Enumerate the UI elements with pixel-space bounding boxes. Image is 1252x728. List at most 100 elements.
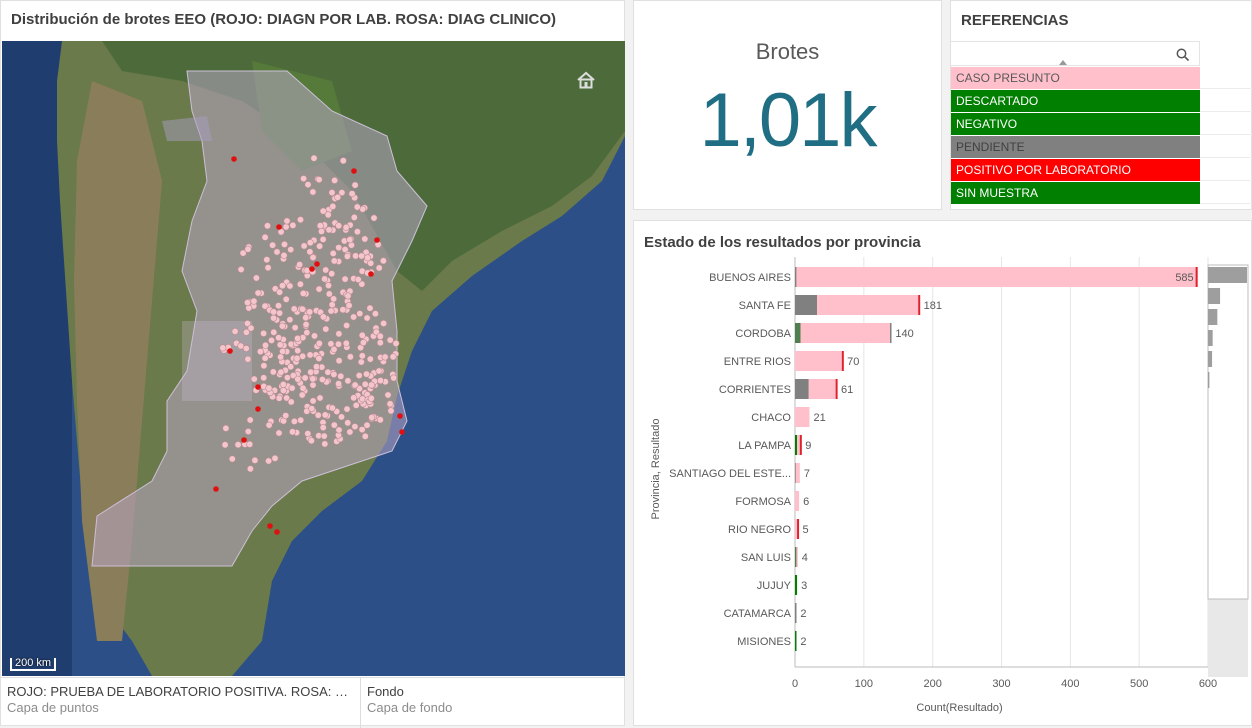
case-point-pink [246, 440, 254, 448]
case-point-pink [330, 257, 338, 265]
bar-value-label: 9 [805, 440, 811, 452]
bar-value-label: 585 [1175, 272, 1193, 284]
case-point-pink [352, 401, 360, 409]
case-point-pink [294, 334, 302, 342]
case-point-pink [237, 266, 245, 274]
case-point-pink [246, 416, 254, 424]
reference-item-spacer [1200, 182, 1252, 204]
case-point-pink [353, 203, 361, 211]
category-label: MISIONES [737, 636, 791, 648]
case-point-red [309, 266, 315, 272]
case-point-pink [296, 216, 304, 224]
case-point-pink [335, 426, 343, 434]
case-point-pink [337, 372, 345, 380]
case-point-pink [302, 320, 310, 328]
case-point-pink [321, 440, 329, 448]
case-point-pink [339, 306, 347, 314]
case-point-pink [386, 400, 394, 408]
bar-segment [796, 267, 1196, 287]
case-point-pink [277, 353, 285, 361]
case-point-pink [353, 228, 361, 236]
map-layer-legend: ROJO: PRUEBA DE LABORATORIO POSITIVA. RO… [1, 677, 624, 728]
search-icon[interactable] [1176, 48, 1190, 62]
case-point-pink [335, 357, 343, 365]
case-point-pink [389, 353, 397, 361]
case-point-pink [366, 355, 374, 363]
case-point-pink [250, 297, 258, 305]
reference-item[interactable]: DESCARTADO [951, 90, 1200, 112]
map-panel: Distribución de brotes EEO (ROJO: DIAGN … [0, 0, 625, 728]
case-point-pink [327, 307, 335, 315]
case-point-pink [343, 252, 351, 260]
sort-caret-icon[interactable] [1059, 60, 1067, 65]
case-point-pink [357, 358, 365, 366]
mini-bar [1208, 267, 1247, 283]
case-point-pink [280, 251, 288, 259]
reference-item[interactable]: PENDIENTE [951, 136, 1200, 158]
case-point-pink [361, 380, 369, 388]
case-point-pink [261, 233, 269, 241]
case-point-pink [324, 211, 332, 219]
case-point-pink [260, 329, 268, 337]
bar-chart-panel: Estado de los resultados por provincia 0… [633, 220, 1252, 726]
case-point-pink [244, 299, 252, 307]
category-label: RIO NEGRO [728, 524, 791, 536]
bar-segment [795, 295, 818, 315]
case-point-pink [260, 362, 268, 370]
case-point-pink [251, 456, 259, 464]
case-point-pink [302, 314, 310, 322]
reference-item[interactable]: CASO PRESUNTO [951, 67, 1200, 89]
case-point-pink [351, 423, 359, 431]
bar-value-label: 61 [841, 384, 853, 396]
category-label: BUENOS AIRES [709, 272, 791, 284]
case-point-pink [354, 276, 362, 284]
case-point-pink [303, 267, 311, 275]
case-point-pink [359, 339, 367, 347]
case-point-pink [288, 428, 296, 436]
case-point-pink [267, 336, 275, 344]
layer-points-item[interactable]: ROJO: PRUEBA DE LABORATORIO POSITIVA. RO… [1, 678, 361, 728]
case-point-pink [287, 363, 295, 371]
home-icon[interactable] [574, 69, 598, 91]
case-point-pink [254, 289, 262, 297]
layer-background-item[interactable]: Fondo Capa de fondo [361, 678, 624, 728]
case-point-pink [280, 240, 288, 248]
case-point-pink [322, 266, 330, 274]
bar-segment [795, 323, 801, 343]
mini-bar [1208, 372, 1210, 388]
case-point-pink [344, 292, 352, 300]
bar-segment [808, 379, 836, 399]
layer-background-name: Fondo [367, 684, 404, 699]
case-point-pink [319, 424, 327, 432]
case-point-pink [315, 285, 323, 293]
reference-item[interactable]: POSITIVO POR LABORATORIO [951, 159, 1200, 181]
case-point-pink [321, 275, 329, 283]
case-point-pink [310, 154, 318, 162]
map-canvas[interactable] [2, 41, 625, 676]
case-point-pink [351, 181, 359, 189]
case-point-pink [370, 214, 378, 222]
case-point-pink [307, 437, 315, 445]
map-view[interactable]: 200 km [2, 41, 625, 676]
case-point-pink [298, 391, 306, 399]
references-search-header[interactable] [951, 41, 1200, 66]
case-point-pink [358, 252, 366, 260]
case-point-pink [261, 302, 269, 310]
mini-bar [1208, 330, 1213, 346]
reference-item[interactable]: SIN MUESTRA [951, 182, 1200, 204]
case-point-pink [293, 354, 301, 362]
bar-value-label: 3 [801, 580, 807, 592]
bar-segment [795, 463, 800, 483]
case-point-pink [342, 223, 350, 231]
case-point-pink [315, 176, 323, 184]
case-point-pink [328, 270, 336, 278]
bar-segment [797, 435, 800, 455]
case-point-pink [261, 354, 269, 362]
case-point-pink [328, 301, 336, 309]
case-point-pink [247, 324, 255, 332]
reference-item[interactable]: NEGATIVO [951, 113, 1200, 135]
bar-chart[interactable]: 0 100 200 300 400 500 600 Count(Resultado) Provi… [634, 221, 1252, 727]
case-point-pink [361, 432, 369, 440]
references-title: REFERENCIAS [961, 12, 1069, 29]
case-point-pink [306, 239, 314, 247]
